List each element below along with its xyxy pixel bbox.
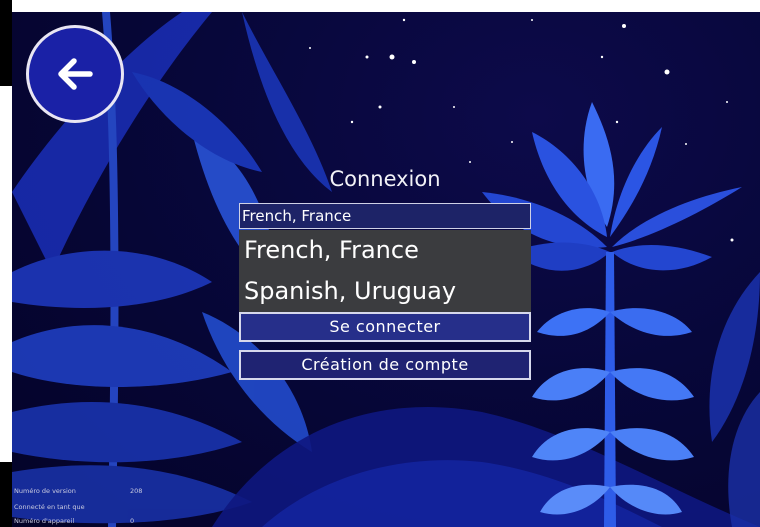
create-account-button[interactable]: Création de compte <box>239 350 531 380</box>
language-dropdown: French, France Spanish, Uruguay <box>239 230 531 312</box>
left-edge-bar <box>0 0 12 86</box>
device-value: 0 <box>130 517 135 525</box>
login-button[interactable]: Se connecter <box>239 312 531 342</box>
connected-as-info: Connecté en tant que <box>14 503 85 511</box>
left-edge-bar-bottom <box>0 462 12 527</box>
device-info: Numéro d'appareil 0 <box>14 517 134 525</box>
back-button[interactable] <box>26 25 124 123</box>
version-label: Numéro de version <box>14 487 76 495</box>
device-label: Numéro d'appareil <box>14 517 75 525</box>
language-option-french[interactable]: French, France <box>239 230 531 271</box>
version-info: Numéro de version 208 <box>14 487 142 495</box>
connected-as-label: Connecté en tant que <box>14 503 85 511</box>
language-option-spanish[interactable]: Spanish, Uruguay <box>239 271 531 312</box>
arrow-left-icon <box>58 58 93 90</box>
page-title: Connexion <box>329 167 441 191</box>
language-select[interactable]: French, France <box>239 203 531 229</box>
version-value: 208 <box>130 487 143 495</box>
